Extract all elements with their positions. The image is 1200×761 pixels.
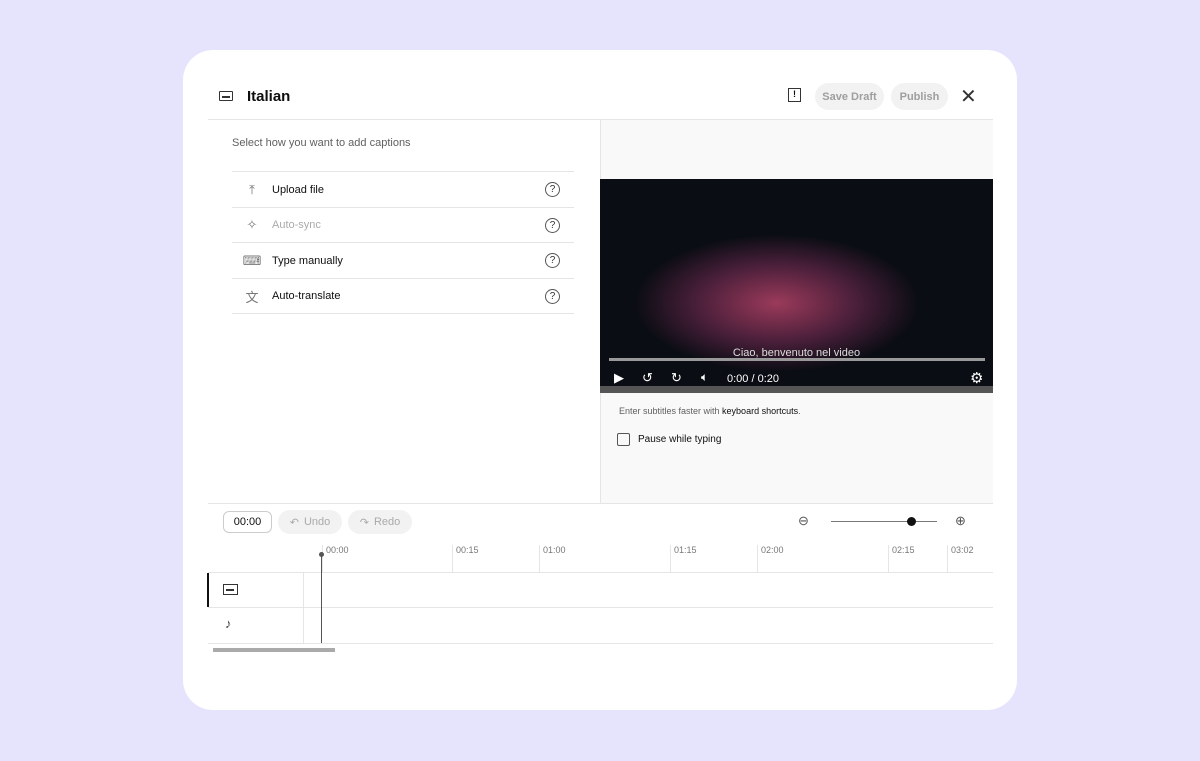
help-icon[interactable]: ? xyxy=(545,288,560,304)
undo-icon: ↶ xyxy=(289,516,299,529)
save-draft-button[interactable]: Save Draft xyxy=(815,83,884,110)
option-label: Auto-sync xyxy=(272,219,321,231)
forward-10-icon[interactable]: ↻ xyxy=(671,370,682,386)
timeline-tick: 00:00 xyxy=(322,545,349,573)
subtitle-track-icon xyxy=(223,584,238,595)
timeline-tick: 02:15 xyxy=(888,545,915,573)
video-player[interactable]: Ciao, benvenuto nel video ▶ ↺ ↻ 🔈︎ 0:00 … xyxy=(600,179,993,393)
option-label: Type manually xyxy=(272,254,343,267)
volume-icon[interactable]: 🔈︎ xyxy=(701,370,708,385)
sparkle-icon: ✧ xyxy=(246,217,258,232)
publish-button[interactable]: Publish xyxy=(891,83,948,110)
option-upload-file[interactable]: ⤒ Upload file? xyxy=(232,171,574,207)
page-title: Italian xyxy=(247,88,291,105)
timeline-tick: 01:15 xyxy=(670,545,697,573)
redo-icon: ↷ xyxy=(359,516,369,529)
pause-checkbox[interactable] xyxy=(617,433,630,446)
zoom-in-icon[interactable]: ⊕ xyxy=(955,513,966,529)
pause-label: Pause while typing xyxy=(638,434,722,445)
option-type-manually[interactable]: ⌨ Type manually? xyxy=(232,242,574,278)
zoom-slider-handle[interactable] xyxy=(906,517,916,526)
audio-track-icon: ♪ xyxy=(225,616,232,631)
timeline-tick: 03:02 xyxy=(947,545,974,573)
undo-button[interactable]: ↶ Undo xyxy=(278,510,342,534)
method-prompt: Select how you want to add captions xyxy=(232,137,411,149)
settings-icon[interactable]: ⚙ xyxy=(970,369,983,387)
feedback-icon[interactable]: ! xyxy=(788,88,801,102)
translate-icon: 文 xyxy=(245,289,259,305)
time-display: 0:00 / 0:20 xyxy=(727,373,779,385)
option-auto-sync: ✧ Auto-sync? xyxy=(232,206,574,243)
redo-button[interactable]: ↷ Redo xyxy=(348,510,412,534)
help-icon[interactable]: ? xyxy=(545,217,560,233)
timeline-tick: 01:00 xyxy=(539,545,566,573)
play-icon[interactable]: ▶ xyxy=(614,370,624,386)
option-label: Auto-translate xyxy=(272,290,341,302)
option-label: Upload file xyxy=(272,183,324,196)
progress-bar[interactable] xyxy=(609,358,985,361)
caption-editor-dialog: Italian ! Save Draft Publish ✕ Select ho… xyxy=(183,50,1017,710)
timeline-tick: 00:15 xyxy=(452,545,479,573)
playhead[interactable] xyxy=(321,552,322,643)
rewind-10-icon[interactable]: ↺ xyxy=(642,370,653,386)
help-icon[interactable]: ? xyxy=(545,182,560,197)
subtitles-icon xyxy=(219,91,233,101)
close-icon[interactable]: ✕ xyxy=(960,84,977,109)
timeline-tick: 02:00 xyxy=(757,545,784,573)
help-icon[interactable]: ? xyxy=(545,253,560,268)
option-auto-translate[interactable]: 文 Auto-translate? xyxy=(232,277,574,314)
timeline-scrollbar[interactable] xyxy=(213,648,335,652)
keyboard-shortcuts-link[interactable]: keyboard shortcuts xyxy=(722,406,798,416)
zoom-out-icon[interactable]: ⊖ xyxy=(798,513,809,529)
current-time-field[interactable]: 00:00 xyxy=(223,511,272,533)
keyboard-icon: ⌨ xyxy=(242,252,262,268)
zoom-slider[interactable] xyxy=(831,521,937,522)
upload-icon: ⤒ xyxy=(249,181,255,197)
shortcut-hint: Enter subtitles faster with keyboard sho… xyxy=(619,406,801,416)
